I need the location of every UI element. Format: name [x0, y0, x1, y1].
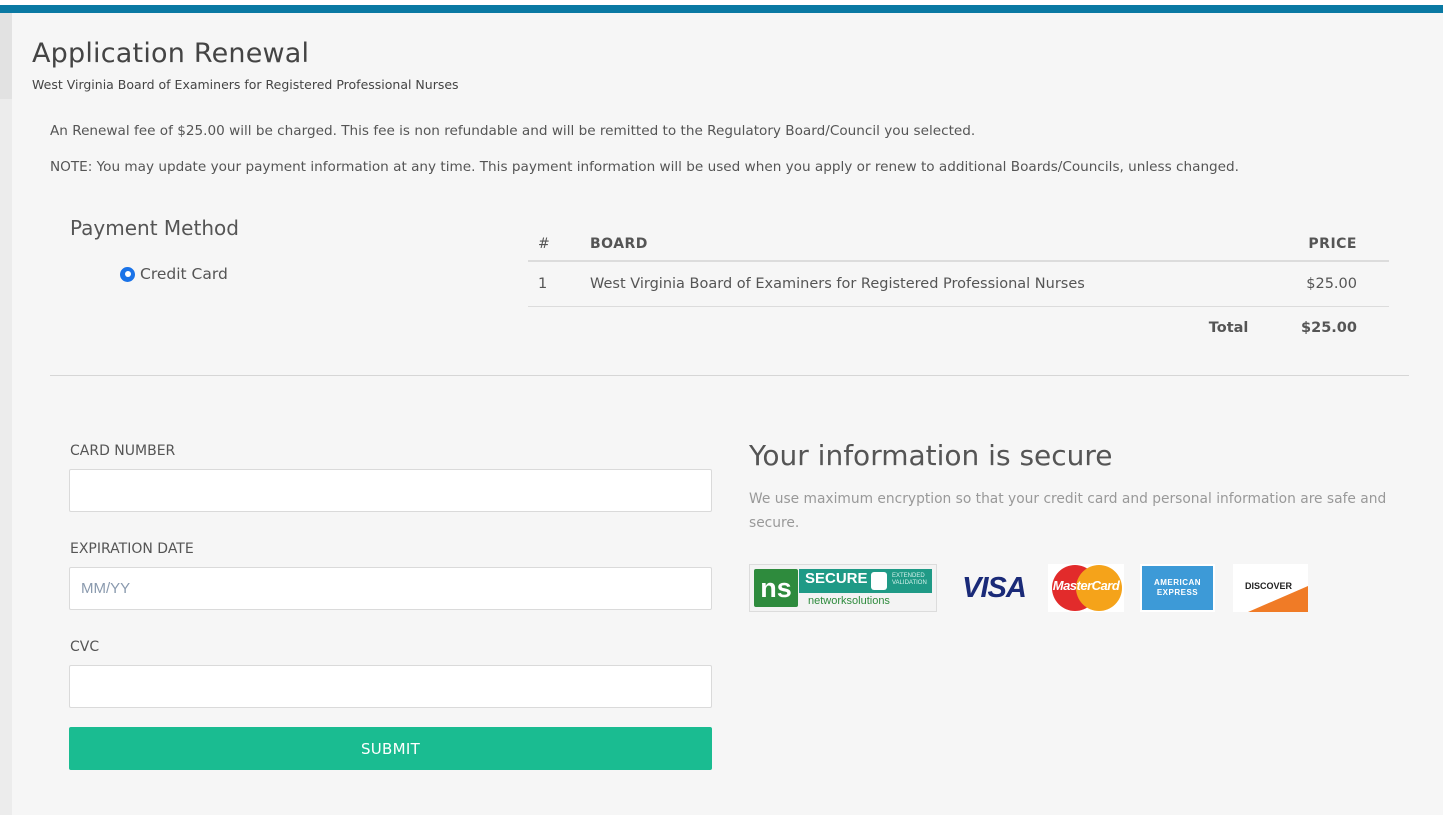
row-num: 1	[528, 261, 590, 307]
secure-text: We use maximum encryption so that your c…	[749, 491, 1387, 531]
amex-icon: AMERICAN EXPRESS	[1140, 564, 1215, 612]
credit-card-label[interactable]: Credit Card	[140, 265, 228, 283]
left-edge-strip	[0, 13, 12, 815]
cvc-label: CVC	[70, 639, 100, 655]
total-label: Total	[1208, 320, 1249, 337]
network-solutions-seal-icon[interactable]: ns SECURE EXTENDED VALIDATION networksol…	[749, 564, 937, 612]
ns-footer-text: networksolutions	[808, 595, 890, 607]
header-num: #	[528, 228, 590, 262]
total-value: $25.00	[1301, 320, 1357, 337]
header-price: PRICE	[1268, 228, 1389, 262]
expiration-date-input[interactable]	[69, 567, 712, 610]
amex-text: AMERICAN EXPRESS	[1142, 566, 1213, 610]
visa-icon: VISA	[962, 571, 1027, 604]
accent-stripe	[0, 5, 1443, 13]
discover-icon: DISCOVER	[1233, 564, 1308, 612]
table-header-row: # BOARD PRICE	[528, 228, 1389, 262]
cvc-input[interactable]	[69, 665, 712, 708]
credit-card-option[interactable]: Credit Card	[120, 265, 228, 283]
total-row: Total $25.00	[528, 306, 1389, 350]
renewal-panel: Application Renewal West Virginia Board …	[12, 13, 1443, 815]
board-table: # BOARD PRICE 1 West Virginia Board of E…	[528, 228, 1389, 350]
row-board: West Virginia Board of Examiners for Reg…	[590, 261, 1269, 307]
discover-accent	[1248, 586, 1308, 612]
ns-extended-text: EXTENDED VALIDATION	[892, 573, 927, 586]
ns-secure-bar: SECURE EXTENDED VALIDATION	[799, 569, 932, 593]
ns-secure-text: SECURE	[805, 570, 868, 587]
lock-icon	[871, 572, 887, 590]
fee-note: An Renewal fee of $25.00 will be charged…	[50, 123, 976, 139]
card-number-input[interactable]	[69, 469, 712, 512]
top-accent-bar	[0, 0, 1443, 13]
update-note: NOTE: You may update your payment inform…	[50, 159, 1240, 175]
row-price: $25.00	[1268, 261, 1389, 307]
mastercard-text: MasterCard	[1052, 578, 1120, 593]
mastercard-icon: MasterCard	[1048, 564, 1124, 612]
table-row: 1 West Virginia Board of Examiners for R…	[528, 261, 1389, 307]
secure-title: Your information is secure	[749, 439, 1113, 472]
payment-method-title: Payment Method	[70, 216, 239, 240]
header-board: BOARD	[590, 228, 1269, 262]
credit-card-radio[interactable]	[120, 266, 135, 282]
page-subtitle: West Virginia Board of Examiners for Reg…	[32, 77, 459, 92]
card-number-label: CARD NUMBER	[70, 443, 176, 459]
expiration-date-label: EXPIRATION DATE	[70, 541, 194, 557]
page-title: Application Renewal	[32, 38, 310, 69]
section-divider	[50, 375, 1409, 376]
left-edge-notch	[0, 13, 12, 99]
ns-logo: ns	[754, 569, 798, 607]
submit-button[interactable]: SUBMIT	[69, 727, 712, 770]
